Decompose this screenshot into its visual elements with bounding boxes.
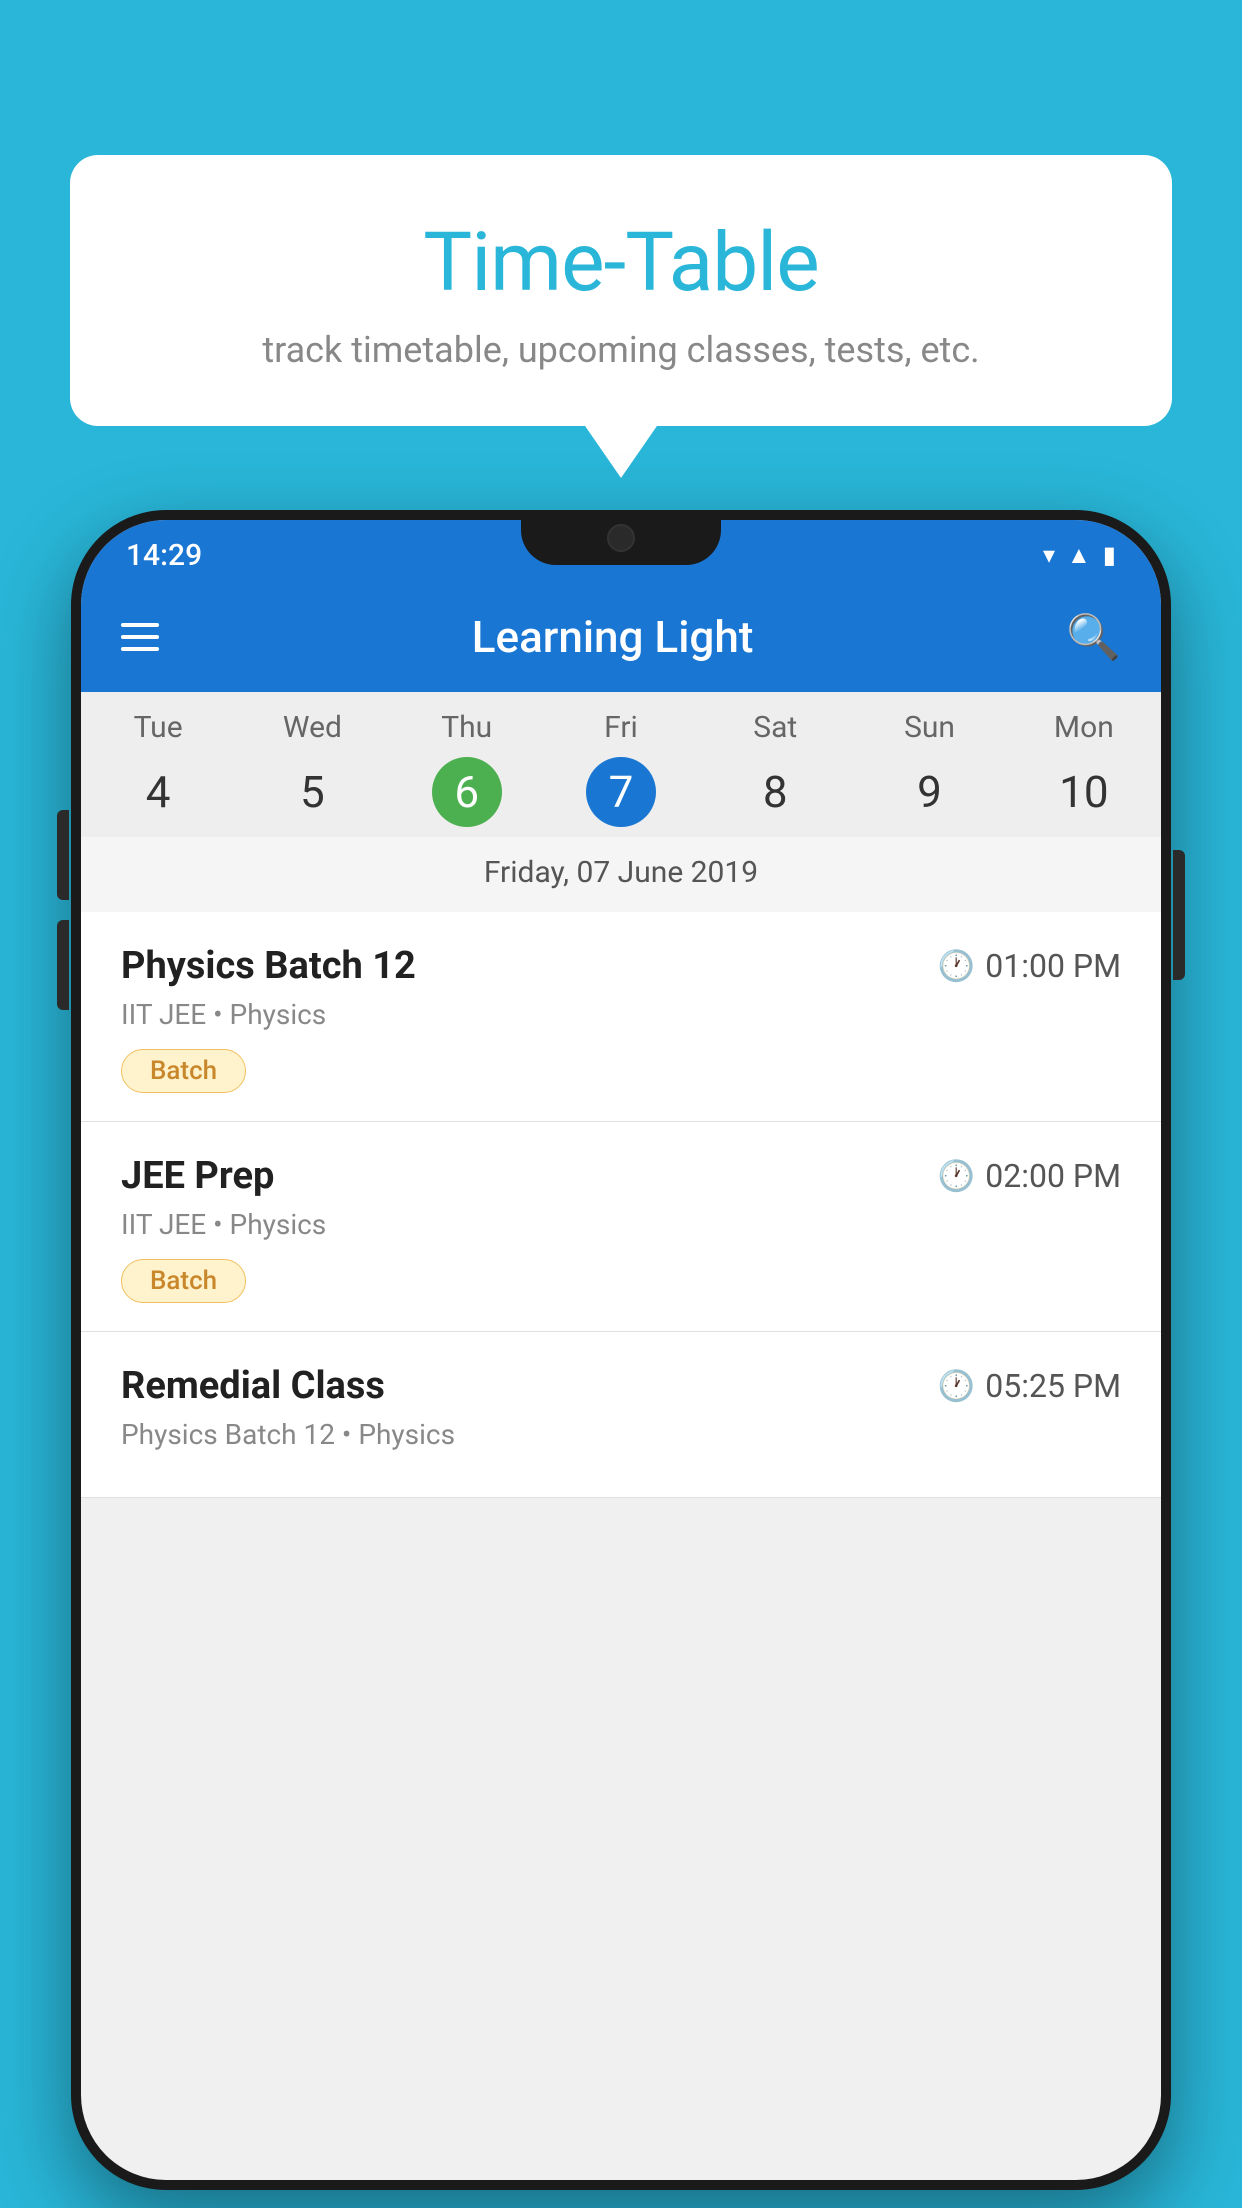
signal-icon: ▲ [1067,541,1091,570]
day-name-label: Mon [1007,710,1161,745]
clock-icon: 🕐 [938,1159,975,1194]
class-name: Remedial Class [121,1364,385,1408]
day-number[interactable]: 4 [123,757,193,827]
day-number[interactable]: 8 [740,757,810,827]
class-item-top-row: JEE Prep 🕐 02:00 PM [121,1154,1121,1198]
class-item[interactable]: Remedial Class 🕐 05:25 PM Physics Batch 12… [81,1332,1161,1498]
class-time: 🕐 02:00 PM [938,1157,1121,1195]
day-number[interactable]: 9 [895,757,965,827]
day-name-label: Thu [390,710,544,745]
search-icon[interactable]: 🔍 [1066,611,1121,663]
day-name-label: Tue [81,710,235,745]
day-number[interactable]: 6 [432,757,502,827]
calendar-day-sat[interactable]: Sat 8 [698,710,852,827]
phone-frame: 14:29 ▾ ▲ ▮ Learning Light 🔍 [71,510,1171,2190]
clock-icon: 🕐 [938,949,975,984]
class-list: Physics Batch 12 🕐 01:00 PM IIT JEE • Phys… [81,912,1161,1498]
day-name-label: Sun [852,710,1006,745]
app-bar: Learning Light 🔍 [81,582,1161,692]
batch-badge: Batch [121,1049,246,1093]
vol-down-button [57,920,69,1010]
calendar-day-wed[interactable]: Wed 5 [235,710,389,827]
class-meta: IIT JEE • Physics [121,998,1121,1031]
power-button [1173,850,1185,980]
phone-screen: 14:29 ▾ ▲ ▮ Learning Light 🔍 [81,520,1161,2180]
class-name: Physics Batch 12 [121,944,416,988]
hero-title: Time-Table [120,215,1122,311]
day-name-label: Wed [235,710,389,745]
calendar-day-thu[interactable]: Thu 6 [390,710,544,827]
selected-date-label: Friday, 07 June 2019 [81,837,1161,912]
class-item[interactable]: Physics Batch 12 🕐 01:00 PM IIT JEE • Phys… [81,912,1161,1122]
day-name-label: Fri [544,710,698,745]
hamburger-menu-icon[interactable] [121,623,159,651]
calendar-strip: Tue 4 Wed 5 Thu 6 Fri 7 Sat 8 Sun 9 Mon 10 Friday, 07… [81,692,1161,912]
days-header: Tue 4 Wed 5 Thu 6 Fri 7 Sat 8 Sun 9 Mon 10 [81,692,1161,837]
class-item-top-row: Remedial Class 🕐 05:25 PM [121,1364,1121,1408]
day-number[interactable]: 7 [586,757,656,827]
day-name-label: Sat [698,710,852,745]
phone-camera [607,524,635,552]
wifi-icon: ▾ [1043,541,1055,569]
hero-subtitle: track timetable, upcoming classes, tests… [120,329,1122,371]
class-time: 🕐 01:00 PM [938,947,1121,985]
class-meta: IIT JEE • Physics [121,1208,1121,1241]
class-item-top-row: Physics Batch 12 🕐 01:00 PM [121,944,1121,988]
calendar-day-tue[interactable]: Tue 4 [81,710,235,827]
speech-bubble: Time-Table track timetable, upcoming cla… [70,155,1172,426]
status-icons: ▾ ▲ ▮ [1043,541,1116,570]
vol-up-button [57,810,69,900]
status-time: 14:29 [126,538,202,573]
calendar-day-fri[interactable]: Fri 7 [544,710,698,827]
class-time: 🕐 05:25 PM [938,1367,1121,1405]
phone-notch [521,510,721,565]
class-name: JEE Prep [121,1154,274,1198]
calendar-day-mon[interactable]: Mon 10 [1007,710,1161,827]
day-number[interactable]: 5 [277,757,347,827]
app-title: Learning Light [189,611,1036,663]
battery-icon: ▮ [1103,541,1116,569]
speech-bubble-wrapper: Time-Table track timetable, upcoming cla… [70,155,1172,426]
calendar-day-sun[interactable]: Sun 9 [852,710,1006,827]
class-item[interactable]: JEE Prep 🕐 02:00 PM IIT JEE • Physics Batch [81,1122,1161,1332]
clock-icon: 🕐 [938,1369,975,1404]
class-meta: Physics Batch 12 • Physics [121,1418,1121,1451]
day-number[interactable]: 10 [1049,757,1119,827]
batch-badge: Batch [121,1259,246,1303]
phone-wrapper: 14:29 ▾ ▲ ▮ Learning Light 🔍 [70,510,1172,2190]
